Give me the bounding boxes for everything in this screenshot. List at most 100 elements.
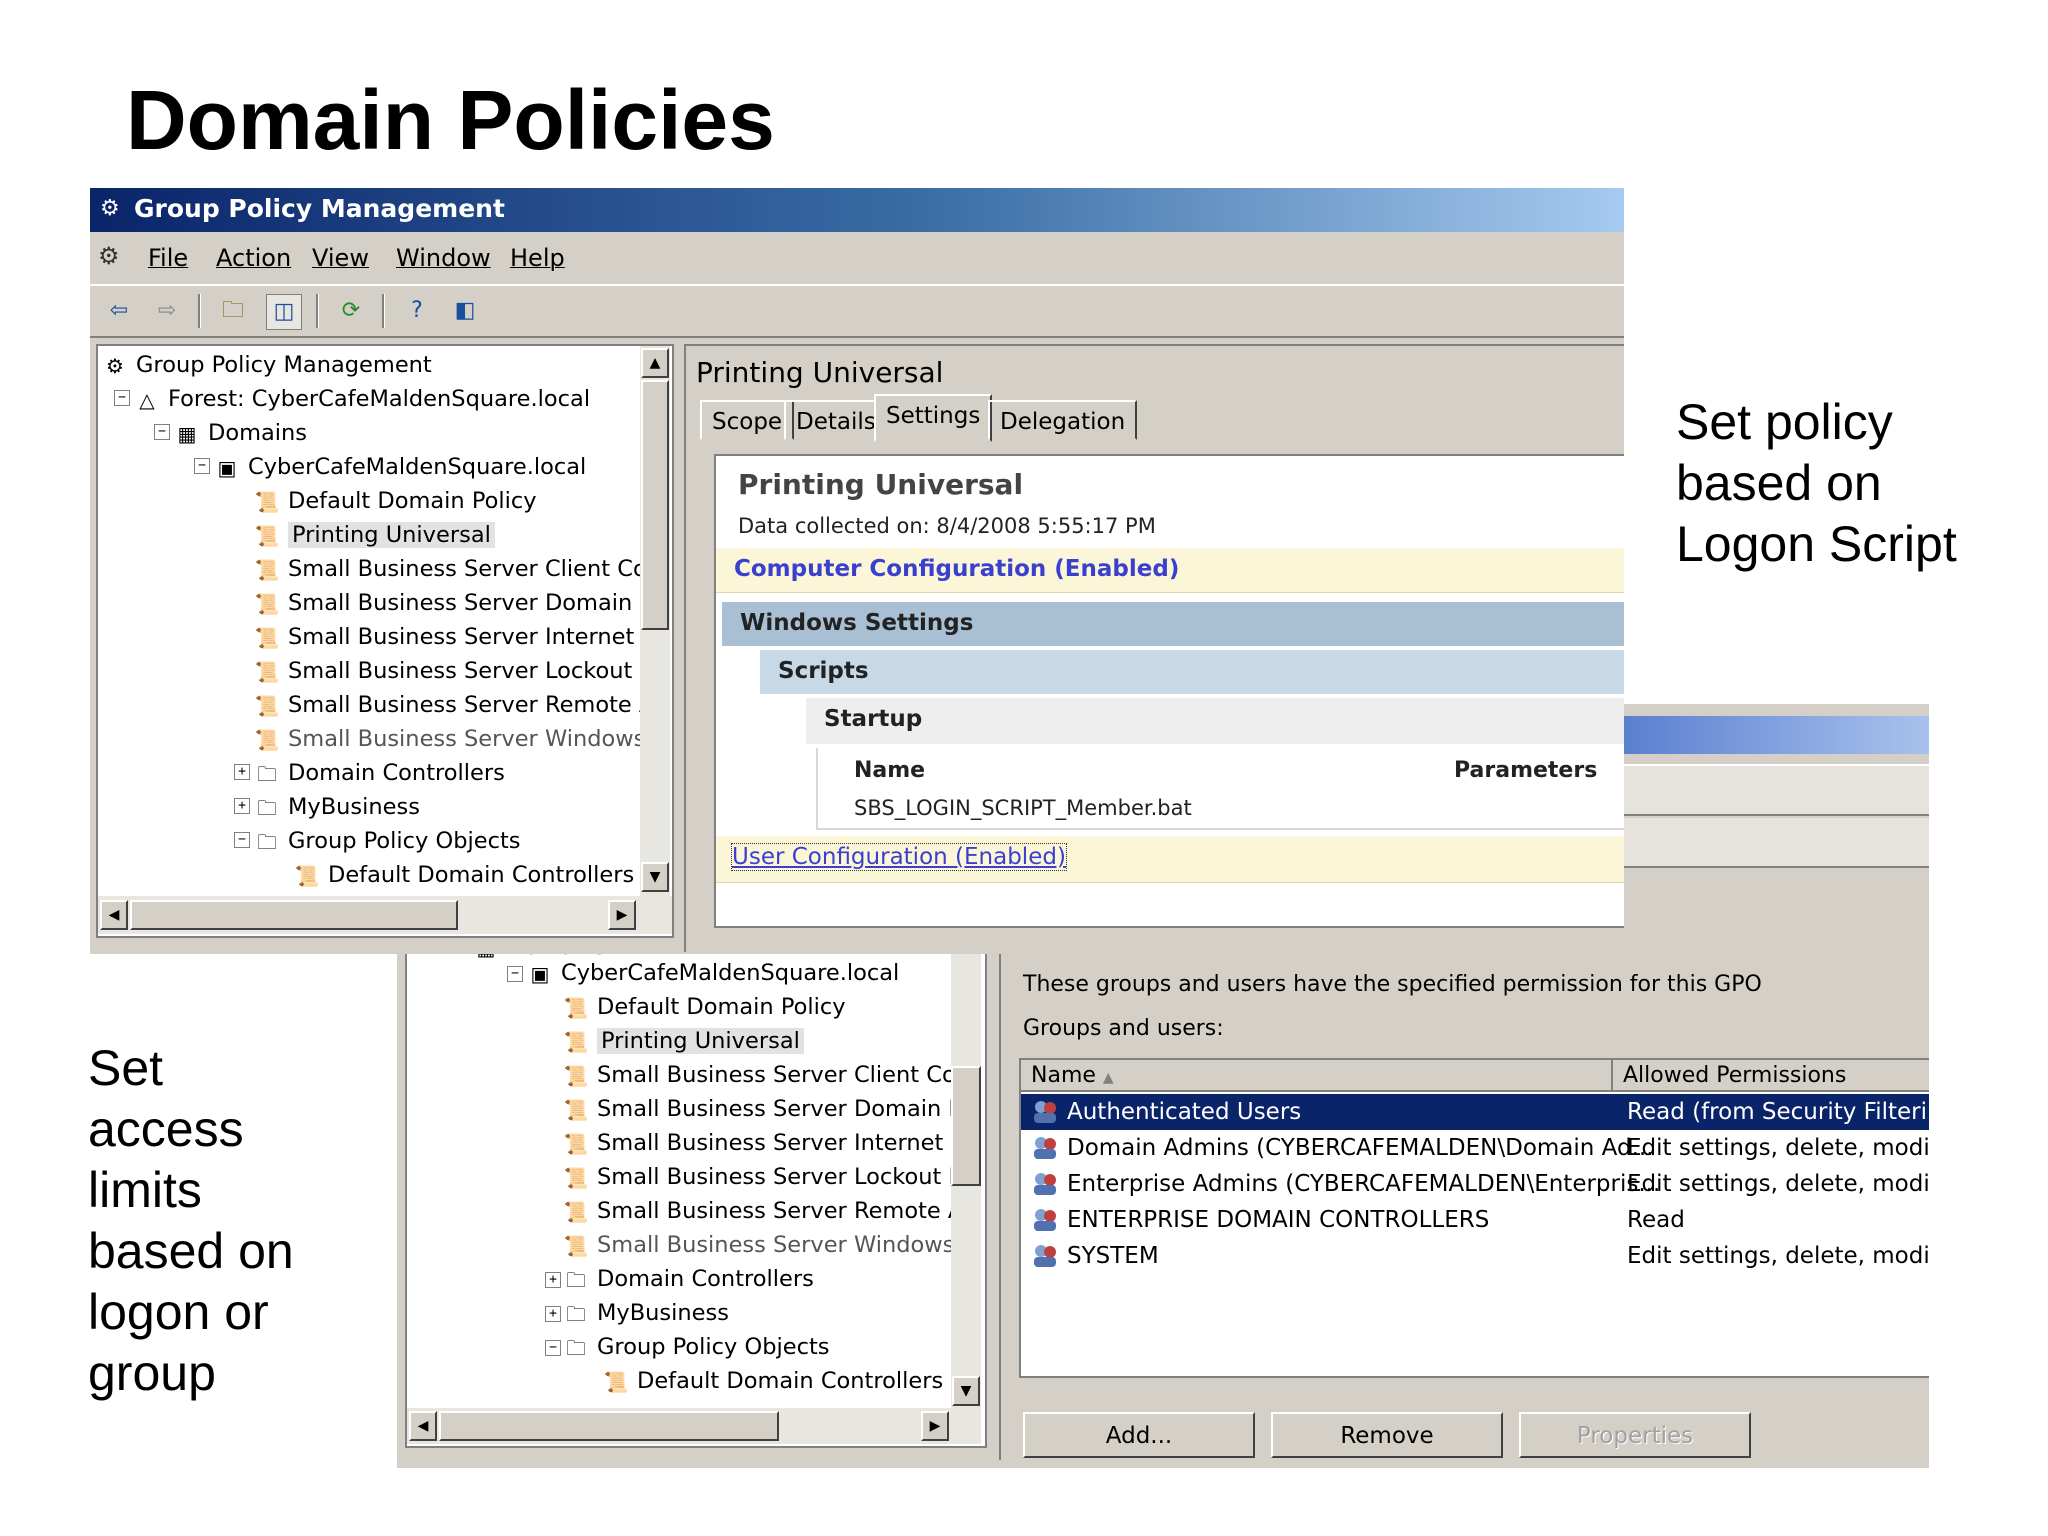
up-folder-icon[interactable]: 🗀 bbox=[216, 294, 250, 328]
show-hide-tree-icon[interactable]: ◫ bbox=[266, 294, 302, 330]
menu-window[interactable]: Window bbox=[396, 244, 491, 272]
tree-node-ou[interactable]: 🗀 Domain Controllers bbox=[563, 1262, 814, 1296]
tree-node-ou[interactable]: 🗀 Domain Controllers bbox=[254, 756, 505, 790]
scrollbar-thumb[interactable] bbox=[951, 1066, 981, 1186]
tree-node-domain[interactable]: ▣ CyberCafeMaldenSquare.local bbox=[214, 450, 587, 484]
startup-section[interactable]: Startup bbox=[806, 698, 1624, 744]
back-arrow-icon[interactable]: ⇦ bbox=[102, 294, 136, 328]
tree-node-gpo-container[interactable]: 🗀 Group Policy Objects bbox=[254, 824, 521, 858]
properties-button[interactable]: Properties bbox=[1519, 1412, 1751, 1458]
tree-node-domain[interactable]: ▣ CyberCafeMaldenSquare.local bbox=[527, 956, 900, 990]
computer-configuration-section[interactable]: Computer Configuration (Enabled) bbox=[716, 548, 1624, 593]
menu-help[interactable]: Help bbox=[510, 244, 565, 272]
tab-details[interactable]: Details bbox=[784, 400, 888, 440]
column-header-name[interactable]: Name ▲ bbox=[1021, 1060, 1613, 1092]
menu-action[interactable]: Action bbox=[216, 244, 291, 272]
scroll-up-button[interactable]: ▲ bbox=[641, 348, 669, 378]
expand-toggle[interactable]: + bbox=[234, 764, 250, 780]
list-item[interactable]: Enterprise Admins (CYBERCAFEMALDEN\Enter… bbox=[1021, 1166, 1929, 1202]
scrollbar-thumb[interactable] bbox=[439, 1411, 779, 1441]
scroll-down-button[interactable]: ▼ bbox=[952, 1376, 980, 1406]
console-tree-pane[interactable]: ▦Domains − ▣CyberCafeMaldenSquare.local … bbox=[405, 944, 987, 1448]
scroll-down-button[interactable]: ▼ bbox=[641, 862, 669, 892]
user-configuration-section[interactable]: User Configuration (Enabled) bbox=[716, 836, 1624, 883]
collapse-toggle[interactable]: − bbox=[234, 832, 250, 848]
expand-toggle[interactable]: + bbox=[545, 1272, 561, 1288]
tree-node-gpo-link[interactable]: 📜 Small Business Server Client Con bbox=[563, 1058, 970, 1092]
list-item[interactable]: Authenticated Users Read (from Security … bbox=[1021, 1094, 1929, 1130]
computer-configuration-link[interactable]: Computer Configuration (Enabled) bbox=[734, 556, 1179, 582]
tree-node-gpo-link[interactable]: 📜 Small Business Server Lockout Pc bbox=[563, 1160, 975, 1194]
forward-arrow-icon[interactable]: ⇨ bbox=[150, 294, 184, 328]
tab-settings[interactable]: Settings bbox=[874, 394, 993, 442]
tree-node-root[interactable]: ⚙ Group Policy Management bbox=[102, 348, 432, 382]
tree-node-gpo-link[interactable]: 📜 Small Business Server Remote A bbox=[563, 1194, 964, 1228]
column-header-parameters: Parameters bbox=[1454, 758, 1598, 783]
tree-vertical-scrollbar[interactable]: ▼ bbox=[951, 946, 981, 1408]
collapse-toggle[interactable]: − bbox=[545, 1340, 561, 1356]
console-icon[interactable]: ⚙ bbox=[98, 242, 120, 270]
collapse-toggle[interactable]: − bbox=[154, 424, 170, 440]
scroll-left-button[interactable]: ◀ bbox=[409, 1411, 437, 1441]
scroll-left-button[interactable]: ◀ bbox=[100, 900, 128, 930]
caption-left-line: Set bbox=[88, 1040, 164, 1096]
tree-vertical-scrollbar[interactable]: ▲ ▼ bbox=[640, 346, 670, 896]
permissions-description: These groups and users have the specifie… bbox=[1023, 972, 1762, 997]
sort-ascending-icon: ▲ bbox=[1102, 1070, 1114, 1086]
tree-node-gpo-link[interactable]: 📜 Small Business Server Remote A bbox=[254, 688, 655, 722]
tree-node-gpo-link[interactable]: 📜 Small Business Server Internet C bbox=[254, 620, 658, 654]
tree-node-gpo[interactable]: 📜 Default Domain Controllers F bbox=[294, 858, 655, 892]
tree-node-gpo-link[interactable]: 📜 Default Domain Policy bbox=[563, 990, 846, 1024]
tree-node-gpo-link[interactable]: 📜 Printing Universal bbox=[254, 518, 495, 552]
toolbar-separator bbox=[316, 294, 319, 328]
collapse-toggle[interactable]: − bbox=[507, 966, 523, 982]
tree-node-forest[interactable]: △ Forest: CyberCafeMaldenSquare.local bbox=[134, 382, 590, 416]
tree-node-gpo-link[interactable]: 📜 Small Business Server Lockout Pc bbox=[254, 654, 666, 688]
console-tree-pane[interactable]: ⚙ Group Policy Management − △ Forest: Cybe… bbox=[96, 344, 674, 938]
refresh-icon[interactable]: ⟳ bbox=[334, 294, 368, 328]
column-header-name: Name bbox=[854, 758, 926, 783]
scroll-right-button[interactable]: ▶ bbox=[921, 1411, 949, 1441]
list-item[interactable]: ENTERPRISE DOMAIN CONTROLLERS Read bbox=[1021, 1202, 1929, 1238]
add-button[interactable]: Add... bbox=[1023, 1412, 1255, 1458]
expand-toggle[interactable]: + bbox=[545, 1306, 561, 1322]
user-configuration-link[interactable]: User Configuration (Enabled) bbox=[731, 843, 1067, 871]
tree-node-gpo-link[interactable]: 📜 Printing Universal bbox=[563, 1024, 804, 1058]
collapse-toggle[interactable]: − bbox=[114, 390, 130, 406]
windows-settings-section[interactable]: Windows Settings bbox=[722, 602, 1624, 646]
tab-scope[interactable]: Scope bbox=[700, 400, 795, 440]
collapse-toggle[interactable]: − bbox=[194, 458, 210, 474]
tree-node-gpo-link[interactable]: 📜 Default Domain Policy bbox=[254, 484, 537, 518]
tree-node-gpo-link[interactable]: 📜 Small Business Server Client Con bbox=[254, 552, 661, 586]
tree-node-gpo-link[interactable]: 📜 Small Business Server Domain Pa bbox=[563, 1092, 975, 1126]
tree-horizontal-scrollbar[interactable]: ◀ ▶ bbox=[407, 1408, 981, 1444]
menu-view[interactable]: View bbox=[312, 244, 369, 272]
scroll-right-button[interactable]: ▶ bbox=[608, 900, 636, 930]
scripts-section[interactable]: Scripts bbox=[760, 650, 1624, 694]
tree-node-gpo-link[interactable]: 📜 Small Business Server Domain Pa bbox=[254, 586, 666, 620]
tree-node-gpo[interactable]: 📜 Default Domain Controllers F bbox=[603, 1364, 964, 1398]
remove-button[interactable]: Remove bbox=[1271, 1412, 1503, 1458]
scrollbar-thumb[interactable] bbox=[130, 900, 458, 930]
column-header-allowed-permissions[interactable]: Allowed Permissions bbox=[1613, 1060, 1929, 1092]
tree-node-gpo-container[interactable]: 🗀 Group Policy Objects bbox=[563, 1330, 830, 1364]
tree-node-ou[interactable]: 🗀 MyBusiness bbox=[254, 790, 420, 824]
groups-users-list[interactable]: Name ▲ Allowed Permissions Authenticated… bbox=[1019, 1058, 1929, 1378]
list-item[interactable]: Domain Admins (CYBERCAFEMALDEN\Domain Ad… bbox=[1021, 1130, 1929, 1166]
tab-delegation[interactable]: Delegation bbox=[988, 400, 1138, 440]
tree-node-gpo-link[interactable]: 📜 Small Business Server Internet C bbox=[563, 1126, 967, 1160]
tree-node-gpo-link[interactable]: 📜 Small Business Server Windows I bbox=[254, 722, 660, 756]
help-icon[interactable]: ? bbox=[400, 294, 434, 328]
ou-folder-icon: 🗀 bbox=[257, 795, 277, 820]
caption-left-line: logon or bbox=[88, 1284, 269, 1340]
tree-horizontal-scrollbar[interactable]: ◀ ▶ bbox=[98, 896, 672, 934]
menu-file[interactable]: File bbox=[148, 244, 188, 272]
toolbar-separator bbox=[198, 294, 201, 328]
tree-node-gpo-link[interactable]: 📜 Small Business Server Windows I bbox=[563, 1228, 969, 1262]
list-item[interactable]: SYSTEM Edit settings, delete, modify s bbox=[1021, 1238, 1929, 1274]
expand-toggle[interactable]: + bbox=[234, 798, 250, 814]
tree-node-ou[interactable]: 🗀 MyBusiness bbox=[563, 1296, 729, 1330]
properties-icon[interactable]: ◧ bbox=[448, 294, 482, 328]
tree-node-domains[interactable]: ▦Domains bbox=[174, 416, 307, 450]
scrollbar-thumb[interactable] bbox=[641, 380, 669, 630]
